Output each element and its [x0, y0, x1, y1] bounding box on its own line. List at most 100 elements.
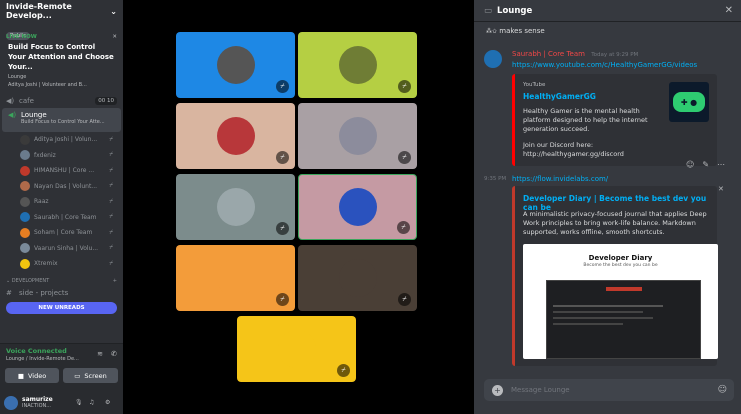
avatar [20, 212, 30, 223]
voice-user-name: Soham | Core Team [34, 229, 93, 237]
message-header: Saurabh | Core Team Today at 9:29 PM [512, 50, 638, 58]
voice-status: Voice Connected [6, 347, 67, 355]
category-development[interactable]: ⌄ DEVELOPMENT + [0, 276, 123, 286]
chat-header: ▭ Lounge ✕ [474, 0, 741, 22]
video-tile[interactable]: ⌿ [176, 32, 295, 98]
video-tile[interactable]: ⌿ [298, 174, 417, 240]
mic-muted-icon: ⌿ [109, 228, 113, 236]
mic-icon[interactable]: 🎙︎ [75, 399, 83, 406]
live-now-banner[interactable]: LIVE NOW ✕ [0, 32, 123, 40]
voice-user-name: fxdeniz [34, 151, 56, 159]
lounge-label: Lounge [21, 111, 47, 119]
previous-message: ⁂✩ makes sense [486, 27, 545, 35]
voice-user-name: Saurabh | Core Team [34, 213, 97, 221]
developer-diary-screenshot[interactable]: Developer Diary Become the best dev you … [523, 244, 718, 359]
avatar [20, 165, 30, 176]
speaker-icon: ◀) [6, 97, 15, 105]
embed-provider: YouTube [523, 82, 546, 88]
server-name: Invide-Remote Develop... [6, 2, 72, 20]
add-reaction-icon[interactable]: ☺ [686, 160, 694, 169]
remove-embed-icon[interactable]: ✕ [718, 185, 724, 193]
close-icon[interactable]: ✕ [112, 34, 117, 40]
participant-avatar [338, 188, 377, 226]
voice-user-name: Raaz [34, 198, 49, 206]
healthygamer-thumbnail[interactable]: ✚ ● [669, 82, 709, 122]
avatar[interactable] [4, 395, 18, 410]
voice-user-name: Vaarun Sinha | Volu... [34, 244, 99, 252]
disconnect-icon[interactable]: ✆ [111, 350, 117, 358]
avatar [20, 243, 30, 254]
voice-user[interactable]: Vaarun Sinha | Volu... ⌿ [0, 241, 123, 257]
voice-user[interactable]: Soham | Core Team ⌿ [0, 225, 123, 241]
add-channel-icon[interactable]: + [113, 278, 117, 284]
close-icon[interactable]: ✕ [725, 5, 733, 16]
mic-muted-icon: ⌿ [109, 259, 113, 267]
avatar [20, 181, 30, 192]
video-tile[interactable]: ⌿ [298, 245, 417, 311]
author-avatar[interactable] [484, 50, 502, 68]
video-tile[interactable]: ⌿ [237, 316, 356, 382]
voice-user[interactable]: fxdeniz ⌿ [0, 148, 123, 164]
participant-avatar [277, 330, 316, 368]
screen-button[interactable]: ▭ Screen [63, 368, 118, 383]
participant-avatar [216, 117, 255, 155]
mic-muted-icon: ⌿ [109, 182, 113, 190]
participant-avatar [216, 188, 255, 226]
chat-bubble-icon: ▭ [484, 5, 493, 16]
live-title: Build Focus to Control Your Attention an… [8, 43, 114, 71]
emoji-icon[interactable]: ☺ [718, 385, 727, 395]
embed-title[interactable]: HealthyGamerGG [523, 92, 596, 101]
chevron-down-icon[interactable]: ⌄ [110, 7, 117, 16]
gamepad-icon: ✚ ● [673, 92, 705, 112]
video-button[interactable]: ■ Video [5, 368, 59, 383]
voice-panel: Voice Connected Lounge / Invide-Remote D… [0, 343, 123, 391]
avatar [20, 258, 30, 269]
gear-icon[interactable]: ⚙ [105, 399, 110, 406]
camera-icon: ■ [17, 371, 24, 380]
channel-lounge[interactable]: ◀) Lounge Build Focus to Control Your At… [2, 108, 121, 132]
participant-avatar [216, 259, 255, 297]
voice-user-name: Nayan Das | Volunt... [34, 182, 98, 190]
embed-description: Healthy Gamer is the mental health platf… [523, 107, 648, 133]
author-name[interactable]: Saurabh | Core Team [512, 50, 585, 58]
video-tile[interactable]: ⌿ [176, 245, 295, 311]
voice-user-name: Xtremix [34, 260, 58, 268]
user-panel: samurize INACTION... 🎙︎ ♫ ⚙ [0, 391, 123, 414]
user-status: INACTION... [22, 402, 52, 409]
server-header[interactable]: Invide-Remote Develop... ⌄ [0, 0, 123, 22]
mic-muted-icon: ⌿ [276, 151, 289, 164]
message-input[interactable]: + Message Lounge ☺ [484, 379, 734, 401]
more-icon[interactable]: ⋯ [717, 160, 725, 169]
video-tile[interactable]: ⌿ [176, 174, 295, 240]
channel-user-count: 00 10 [95, 97, 117, 105]
youtube-link[interactable]: https://www.youtube.com/c/HealthyGamerGG… [512, 61, 697, 69]
mic-muted-icon: ⌿ [397, 221, 410, 234]
headphones-icon[interactable]: ♫ [89, 399, 94, 406]
voice-user-name: HIMANSHU | Core ... [34, 167, 95, 175]
flow-link[interactable]: https://flow.invidelabs.com/ [512, 175, 608, 183]
noise-icon[interactable]: ≋ [97, 350, 103, 358]
add-attachment-icon[interactable]: + [492, 384, 503, 396]
channel-cafe[interactable]: ◀) cafe 00 10 [0, 94, 123, 108]
participant-avatar [338, 259, 377, 297]
avatar [20, 150, 30, 161]
voice-user[interactable]: Xtremix ⌿ [0, 256, 123, 272]
participant-avatar [338, 46, 377, 84]
new-unreads-button[interactable]: NEW UNREADS [6, 301, 117, 314]
mic-muted-icon: ⌿ [276, 293, 289, 306]
mic-muted-icon: ⌿ [109, 151, 113, 159]
embed-discord: Join our Discord here: http://healthygam… [523, 141, 624, 158]
edit-icon[interactable]: ✎ [702, 160, 709, 169]
voice-user[interactable]: Aditya Joshi | Volun... ⌿ [0, 132, 123, 148]
voice-user[interactable]: Saurabh | Core Team ⌿ [0, 210, 123, 226]
voice-user[interactable]: HIMANSHU | Core ... ⌿ [0, 163, 123, 179]
avatar [20, 227, 30, 238]
voice-user[interactable]: Raaz ⌿ [0, 194, 123, 210]
video-tile[interactable]: ⌿ [298, 103, 417, 169]
channel-side-projects[interactable]: # side - projects [0, 286, 123, 300]
voice-user[interactable]: Nayan Das | Volunt... ⌿ [0, 179, 123, 195]
video-tile[interactable]: ⌿ [176, 103, 295, 169]
video-tile[interactable]: ⌿ [298, 32, 417, 98]
timestamp-2: 9:35 PM [484, 176, 507, 182]
screen-icon: ▭ [74, 371, 81, 380]
